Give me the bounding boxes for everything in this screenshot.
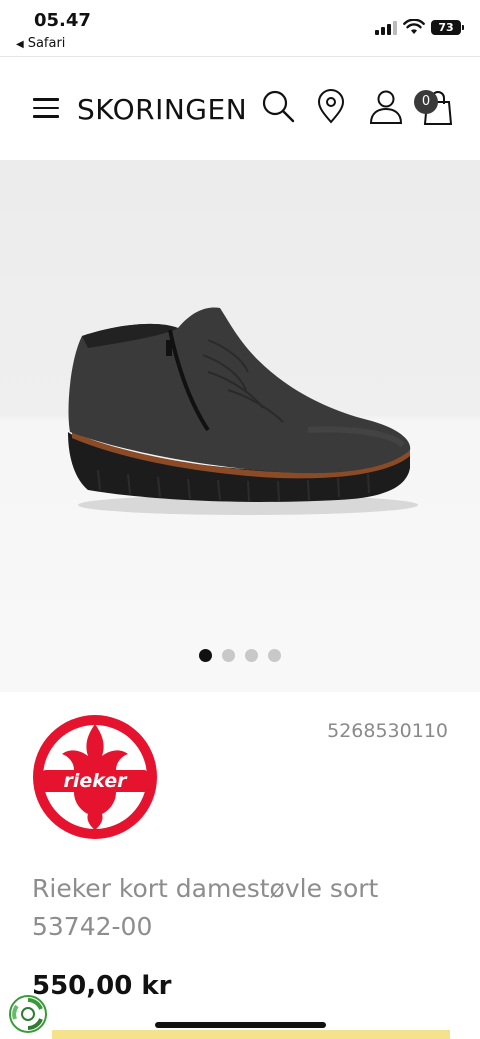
product-title-line-2: 53742-00: [32, 912, 153, 941]
status-time: 05.47: [34, 10, 91, 31]
product-image-gallery[interactable]: [0, 160, 480, 692]
brand-logo-wordmark: rieker: [64, 770, 129, 792]
gallery-dot-2[interactable]: [222, 649, 235, 662]
product-sku: 5268530110: [327, 720, 448, 742]
account-user-icon[interactable]: [366, 87, 406, 127]
product-info: rieker 5268530110 Rieker kort damestøvle…: [0, 692, 480, 1039]
hamburger-menu-icon[interactable]: [33, 98, 59, 118]
back-label: Safari: [27, 36, 66, 51]
back-to-safari[interactable]: ◀ Safari: [16, 36, 65, 51]
home-indicator[interactable]: [155, 1022, 326, 1028]
battery-indicator: 73: [431, 20, 464, 35]
gallery-dot-4[interactable]: [268, 649, 281, 662]
product-price: 550,00 kr: [32, 971, 172, 1001]
gallery-dot-1[interactable]: [199, 649, 212, 662]
status-bar: 05.47 ◀ Safari 73: [0, 0, 480, 56]
site-header: SKORINGEN 0: [0, 56, 480, 160]
gallery-pagination: [0, 649, 480, 663]
product-title: Rieker kort damestøvle sort 53742-00: [32, 870, 432, 946]
product-image-ankle-boot[interactable]: [58, 300, 418, 520]
brand-logo-rieker[interactable]: rieker: [30, 712, 160, 842]
cellular-signal-icon: [375, 21, 397, 35]
product-title-line-1: Rieker kort damestøvle sort: [32, 874, 379, 903]
recycle-badge-icon[interactable]: [8, 994, 48, 1034]
site-logo[interactable]: SKORINGEN: [77, 93, 247, 126]
gallery-dot-3[interactable]: [245, 649, 258, 662]
cart-count-badge[interactable]: 0: [414, 90, 438, 114]
store-locator-pin-icon[interactable]: [311, 87, 351, 127]
add-to-cart-bar-edge[interactable]: [52, 1030, 450, 1039]
search-icon[interactable]: [259, 87, 299, 127]
back-triangle-icon: ◀: [16, 39, 24, 50]
wifi-icon: [403, 19, 425, 34]
